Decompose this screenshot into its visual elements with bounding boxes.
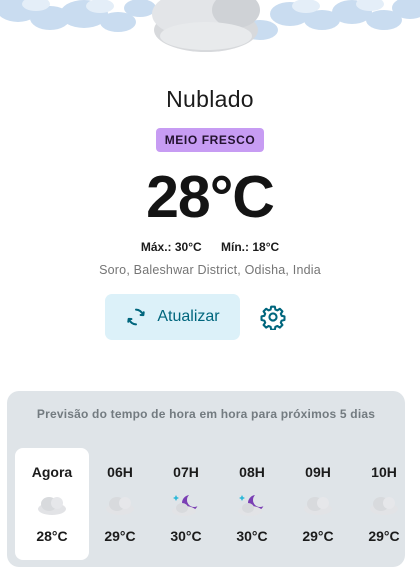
max-temperature: Máx.: 30°C <box>140 240 202 254</box>
hourly-forecast-list[interactable]: Agora 28°C 06H 29°C 07H 30°C 08H 30°C 09… <box>15 448 405 560</box>
cloudy-icon <box>38 497 66 515</box>
hour-label: 09H <box>305 464 331 480</box>
night-cloud-icon <box>238 493 267 516</box>
forecast-hour-10[interactable]: 10H 29°C <box>351 448 405 560</box>
night-cloud-icon <box>172 493 201 516</box>
feel-badge: MEIO FRESCO <box>155 128 265 152</box>
cloudy-icon <box>106 497 134 515</box>
cloud-banner-illustration <box>0 0 420 62</box>
refresh-icon <box>127 308 146 326</box>
hour-label: 07H <box>173 464 199 480</box>
hour-label: 08H <box>239 464 265 480</box>
feel-badge-wrapper: MEIO FRESCO <box>0 128 420 152</box>
hour-temperature: 29°C <box>368 528 400 544</box>
cloudy-icon <box>370 497 398 515</box>
hour-label: 06H <box>107 464 133 480</box>
current-temperature: 28°C <box>146 164 275 230</box>
forecast-hour-06[interactable]: 06H 29°C <box>87 448 153 560</box>
cloudy-icon <box>304 497 332 515</box>
forecast-hour-08[interactable]: 08H 30°C <box>219 448 285 560</box>
hour-label: Agora <box>31 464 73 480</box>
refresh-label: Atualizar <box>157 308 220 325</box>
min-temperature: Mín.: 18°C <box>221 240 280 254</box>
min-max-temperature: Máx.: 30°C Mín.: 18°C <box>0 240 420 254</box>
settings-gear-icon[interactable] <box>260 304 286 330</box>
hour-temperature: 28°C <box>36 528 68 544</box>
refresh-button[interactable]: Atualizar <box>105 294 240 340</box>
hourly-forecast-card: Previsão do tempo de hora em hora para p… <box>7 391 405 567</box>
weather-screen: Nublado MEIO FRESCO 28°C Máx.: 30°C Mín.… <box>0 0 420 573</box>
forecast-title: Previsão do tempo de hora em hora para p… <box>36 407 376 421</box>
hour-temperature: 29°C <box>104 528 136 544</box>
forecast-hour-now[interactable]: Agora 28°C <box>15 448 89 560</box>
hour-temperature: 29°C <box>302 528 334 544</box>
weather-condition: Nublado <box>166 86 254 112</box>
hour-temperature: 30°C <box>236 528 268 544</box>
hour-label: 10H <box>371 464 397 480</box>
forecast-hour-09[interactable]: 09H 29°C <box>285 448 351 560</box>
forecast-hour-07[interactable]: 07H 30°C <box>153 448 219 560</box>
location-text: Soro, Baleshwar District, Odisha, India <box>99 263 321 277</box>
hour-temperature: 30°C <box>170 528 202 544</box>
